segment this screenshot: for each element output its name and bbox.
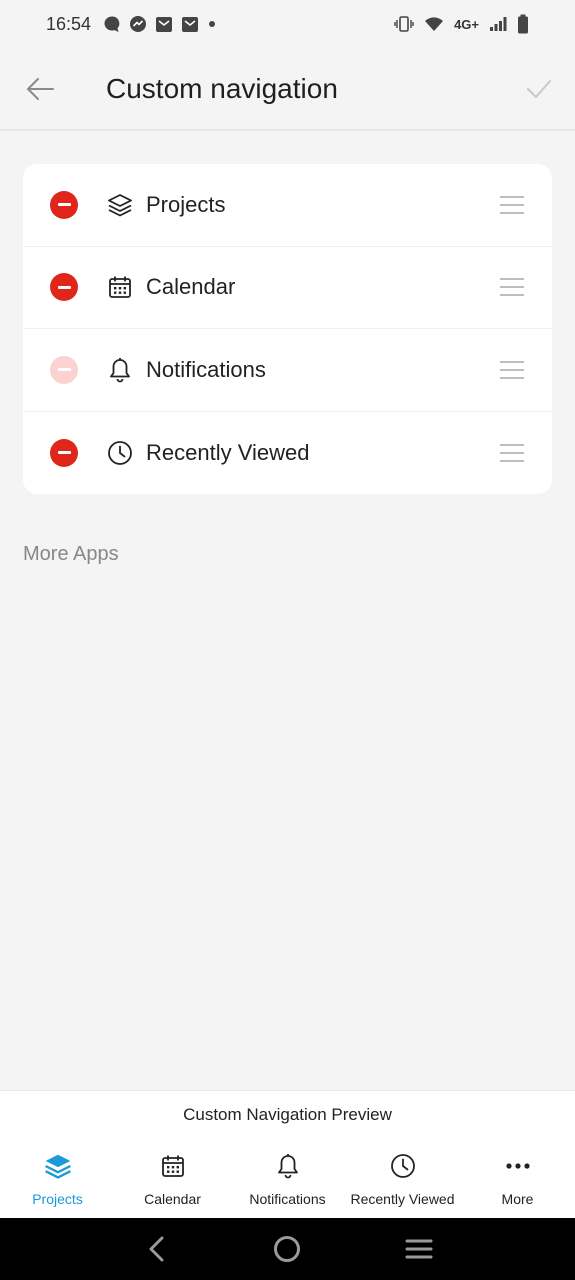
app-bar: Custom navigation bbox=[0, 48, 575, 130]
home-circle-icon bbox=[274, 1236, 301, 1262]
system-home-button[interactable] bbox=[257, 1218, 317, 1280]
menu-lines-icon bbox=[405, 1239, 433, 1259]
dot-icon bbox=[209, 21, 216, 27]
tab-label: Projects bbox=[32, 1191, 83, 1207]
nav-item-label: Recently Viewed bbox=[146, 439, 310, 465]
preview-tab-bar: Projects Calendar Notifications Recently… bbox=[0, 1151, 575, 1211]
vibrate-icon bbox=[394, 16, 414, 32]
bell-icon bbox=[107, 357, 133, 383]
signal-icon bbox=[490, 17, 507, 31]
remove-recently-viewed-button[interactable] bbox=[50, 438, 78, 467]
nav-item-projects[interactable]: Projects bbox=[23, 164, 552, 247]
check-icon bbox=[527, 79, 551, 98]
drag-handle-icon[interactable] bbox=[500, 443, 524, 462]
tab-label: Recently Viewed bbox=[350, 1191, 455, 1207]
preview-title: Custom Navigation Preview bbox=[183, 1105, 392, 1124]
tab-label: More bbox=[501, 1191, 534, 1207]
calendar-icon bbox=[161, 1151, 185, 1181]
mail-icon bbox=[156, 17, 173, 32]
nav-item-label: Notifications bbox=[146, 356, 266, 382]
nav-item-notifications[interactable]: Notifications bbox=[23, 329, 552, 412]
tab-notifications[interactable]: Notifications bbox=[230, 1151, 345, 1211]
system-nav-bar bbox=[0, 1218, 575, 1280]
chevron-left-icon bbox=[149, 1236, 164, 1262]
nav-item-calendar[interactable]: Calendar bbox=[23, 247, 552, 329]
battery-icon bbox=[518, 14, 528, 34]
messenger-icon bbox=[130, 16, 147, 32]
more-icon bbox=[505, 1151, 530, 1181]
tab-projects[interactable]: Projects bbox=[0, 1151, 115, 1211]
tab-more[interactable]: More bbox=[460, 1151, 575, 1211]
calendar-icon bbox=[107, 274, 133, 300]
network-type: 4G+ bbox=[454, 16, 479, 32]
mail-icon bbox=[182, 17, 199, 32]
nav-items-list: Projects Calendar Notifications Recently… bbox=[23, 164, 552, 494]
status-time: 16:54 bbox=[46, 13, 92, 34]
system-recents-button[interactable] bbox=[389, 1218, 449, 1280]
nav-item-label: Projects bbox=[146, 191, 226, 217]
layers-icon bbox=[44, 1151, 72, 1181]
tab-recently-viewed[interactable]: Recently Viewed bbox=[345, 1151, 460, 1211]
remove-projects-button[interactable] bbox=[50, 190, 78, 219]
layers-icon bbox=[107, 192, 133, 218]
tab-label: Calendar bbox=[144, 1191, 201, 1207]
remove-calendar-button[interactable] bbox=[50, 273, 78, 302]
wifi-icon bbox=[425, 17, 444, 31]
system-back-button[interactable] bbox=[126, 1218, 186, 1280]
nav-item-label: Calendar bbox=[146, 274, 236, 300]
drag-handle-icon[interactable] bbox=[500, 278, 524, 297]
clock-icon bbox=[107, 440, 133, 466]
system-icons: 4G+ bbox=[394, 14, 529, 34]
status-bar: 16:54 4G+ bbox=[0, 0, 575, 48]
drag-handle-icon[interactable] bbox=[500, 360, 524, 379]
more-apps-heading: More Apps bbox=[23, 543, 119, 565]
confirm-button[interactable] bbox=[503, 48, 575, 130]
page-title: Custom navigation bbox=[106, 72, 338, 104]
bell-icon bbox=[276, 1151, 300, 1181]
notification-icons bbox=[103, 15, 217, 33]
nav-item-recently-viewed[interactable]: Recently Viewed bbox=[23, 412, 552, 495]
remove-notifications-button bbox=[50, 355, 78, 384]
back-button[interactable] bbox=[0, 48, 80, 130]
tab-label: Notifications bbox=[249, 1191, 326, 1207]
clock-icon bbox=[390, 1151, 416, 1181]
drag-handle-icon[interactable] bbox=[500, 195, 524, 214]
arrow-left-icon bbox=[27, 77, 54, 100]
chat-icon bbox=[104, 16, 120, 32]
navigation-preview: Custom Navigation Preview Projects Calen… bbox=[0, 1090, 575, 1218]
tab-calendar[interactable]: Calendar bbox=[115, 1151, 230, 1211]
